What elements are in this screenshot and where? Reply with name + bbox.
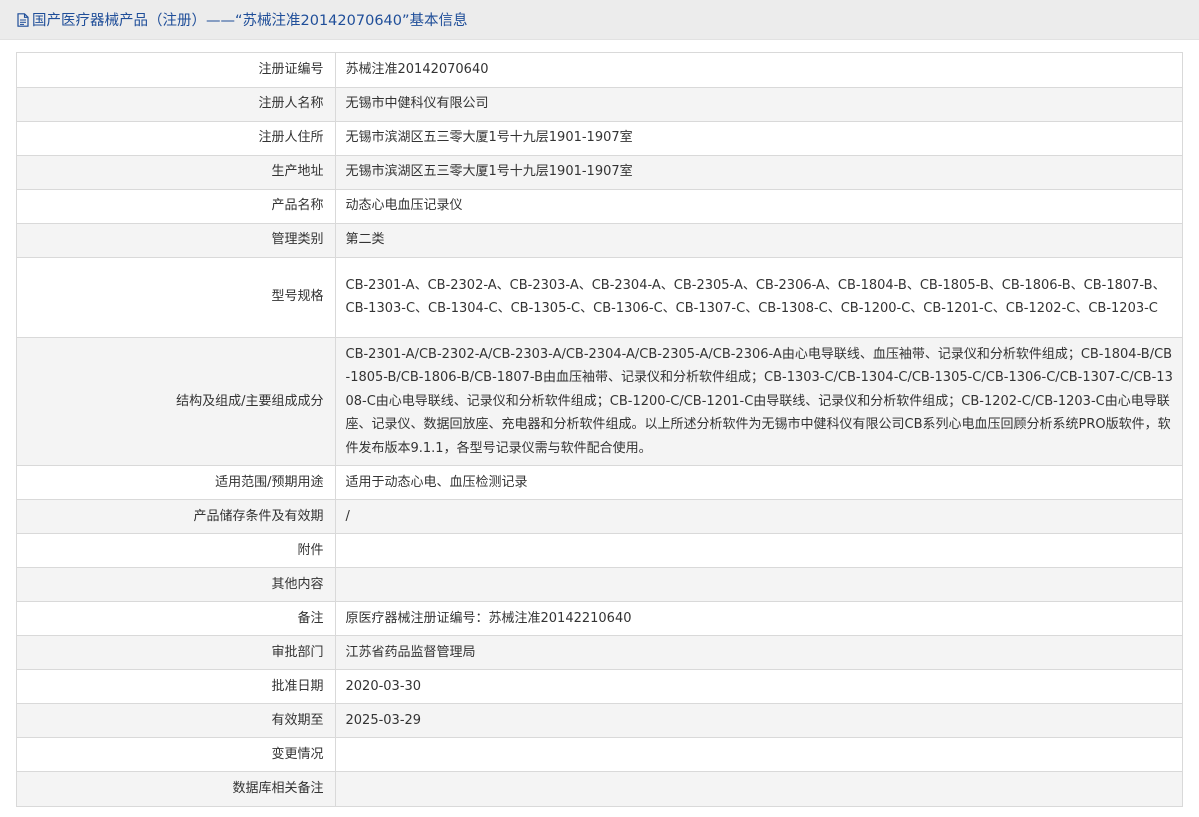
row-label: 生产地址 <box>17 154 336 190</box>
row-value <box>334 771 1182 806</box>
row-label: 有效期至 <box>17 703 336 738</box>
row-value <box>334 567 1182 602</box>
row-value: 动态心电血压记录仪 <box>334 188 1182 224</box>
table-row: 注册证编号 苏械注准20142070640 <box>17 53 1182 88</box>
row-label: 附件 <box>17 533 336 568</box>
row-value: / <box>334 499 1182 534</box>
table-row: 备注 原医疗器械注册证编号：苏械注准20142210640 <box>17 601 1182 636</box>
table-row: 生产地址 无锡市滨湖区五三零大厦1号十九层1901-1907室 <box>17 154 1182 190</box>
row-label: 审批部门 <box>17 635 336 670</box>
table-row: 型号规格 CB-2301-A、CB-2302-A、CB-2303-A、CB-23… <box>17 256 1182 338</box>
info-table: 注册证编号 苏械注准20142070640 注册人名称 无锡市中健科仪有限公司 … <box>17 53 1182 806</box>
row-label: 型号规格 <box>17 256 336 338</box>
row-value: 2025-03-29 <box>334 703 1182 738</box>
row-value: 第二类 <box>334 222 1182 258</box>
row-value: 原医疗器械注册证编号：苏械注准20142210640 <box>334 601 1182 636</box>
row-label: 其他内容 <box>17 567 336 602</box>
row-value: 江苏省药品监督管理局 <box>334 635 1182 670</box>
table-row: 附件 <box>17 533 1182 568</box>
info-table-container: 注册证编号 苏械注准20142070640 注册人名称 无锡市中健科仪有限公司 … <box>16 52 1183 807</box>
table-row: 批准日期 2020-03-30 <box>17 669 1182 704</box>
row-label: 注册人住所 <box>17 120 336 156</box>
table-row: 其他内容 <box>17 567 1182 602</box>
row-value <box>334 737 1182 772</box>
row-label: 产品名称 <box>17 188 336 224</box>
row-value <box>334 533 1182 568</box>
row-label: 数据库相关备注 <box>17 771 336 806</box>
table-row: 产品储存条件及有效期 / <box>17 499 1182 534</box>
row-value: 无锡市中健科仪有限公司 <box>334 86 1182 122</box>
row-value: 无锡市滨湖区五三零大厦1号十九层1901-1907室 <box>334 120 1182 156</box>
table-row: 数据库相关备注 <box>17 771 1182 806</box>
row-label: 注册人名称 <box>17 86 336 122</box>
row-value: CB-2301-A/CB-2302-A/CB-2303-A/CB-2304-A/… <box>334 336 1182 466</box>
row-value: 无锡市滨湖区五三零大厦1号十九层1901-1907室 <box>334 154 1182 190</box>
row-label: 管理类别 <box>17 222 336 258</box>
row-label: 适用范围/预期用途 <box>17 465 336 500</box>
row-value: 苏械注准20142070640 <box>334 53 1182 88</box>
table-row: 审批部门 江苏省药品监督管理局 <box>17 635 1182 670</box>
row-label: 结构及组成/主要组成成分 <box>17 336 336 466</box>
table-row: 有效期至 2025-03-29 <box>17 703 1182 738</box>
row-label: 产品储存条件及有效期 <box>17 499 336 534</box>
row-value: 适用于动态心电、血压检测记录 <box>334 465 1182 500</box>
header-bar: 国产医疗器械产品（注册）——“苏械注准20142070640”基本信息 <box>0 0 1199 40</box>
page-title: 国产医疗器械产品（注册）——“苏械注准20142070640”基本信息 <box>32 13 468 29</box>
table-row: 管理类别 第二类 <box>17 222 1182 258</box>
row-label: 注册证编号 <box>17 53 336 88</box>
row-label: 批准日期 <box>17 669 336 704</box>
row-label: 备注 <box>17 601 336 636</box>
table-row: 结构及组成/主要组成成分 CB-2301-A/CB-2302-A/CB-2303… <box>17 336 1182 466</box>
table-row: 注册人住所 无锡市滨湖区五三零大厦1号十九层1901-1907室 <box>17 120 1182 156</box>
page: 国产医疗器械产品（注册）——“苏械注准20142070640”基本信息 注册证编… <box>0 0 1199 817</box>
document-icon <box>15 12 30 28</box>
table-row: 变更情况 <box>17 737 1182 772</box>
row-value: CB-2301-A、CB-2302-A、CB-2303-A、CB-2304-A、… <box>334 256 1182 338</box>
table-row: 产品名称 动态心电血压记录仪 <box>17 188 1182 224</box>
row-label: 变更情况 <box>17 737 336 772</box>
table-row: 注册人名称 无锡市中健科仪有限公司 <box>17 86 1182 122</box>
row-value: 2020-03-30 <box>334 669 1182 704</box>
table-row: 适用范围/预期用途 适用于动态心电、血压检测记录 <box>17 465 1182 500</box>
